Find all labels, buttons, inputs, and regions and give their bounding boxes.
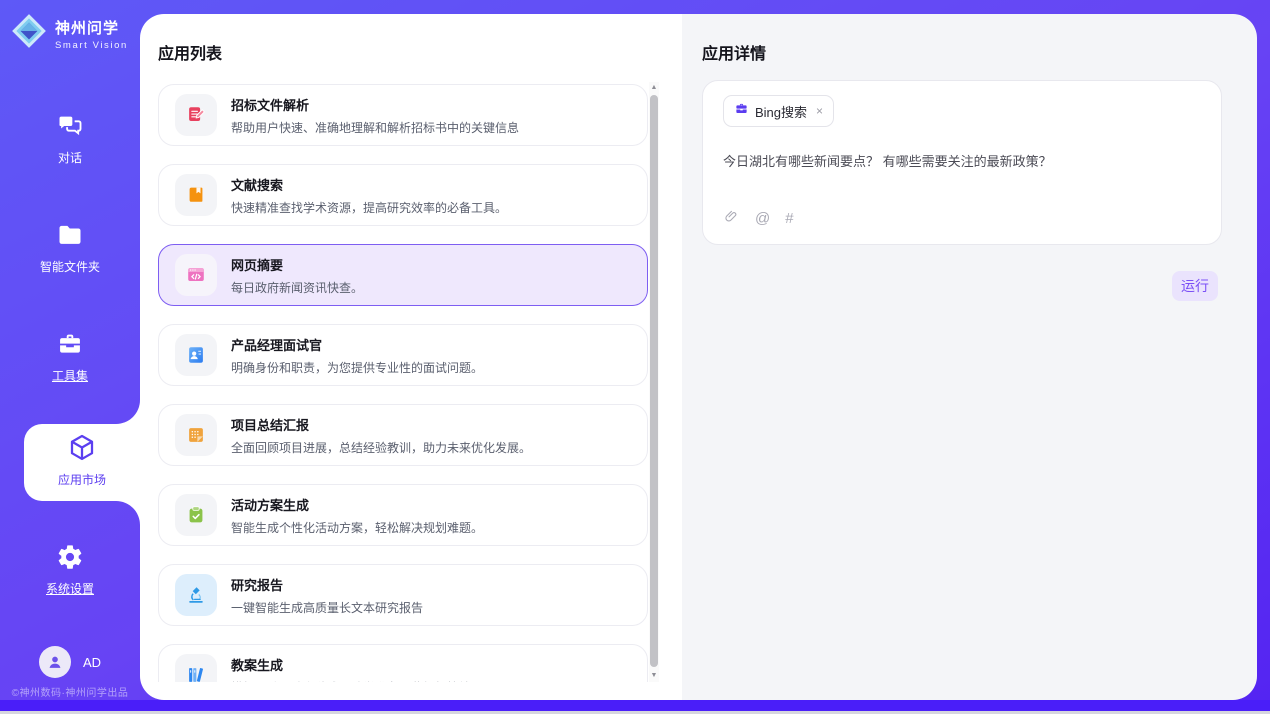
diamond-logo-icon [10, 12, 48, 55]
person-doc-icon [175, 334, 217, 376]
card-event-plan-generator[interactable]: 活动方案生成 智能生成个性化活动方案，轻松解决规划难题。 [158, 484, 648, 546]
app-desc: 快速精准查找学术资源，提高研究效率的必备工具。 [231, 199, 507, 216]
sidebar-item-chat[interactable]: 对话 [0, 112, 140, 166]
app-name: 网页摘要 [231, 255, 363, 274]
card-project-summary[interactable]: 项目总结汇报 全面回顾项目进展，总结经验教训，助力未来优化发展。 [158, 404, 648, 466]
app-desc: 明确身份和职责，为您提供专业性的面试问题。 [231, 359, 483, 376]
bubble-bottom-curve [116, 501, 140, 525]
paperclip-icon[interactable] [723, 208, 740, 230]
app-desc: 帮助用户快速、准确地理解和解析招标书中的关键信息 [231, 119, 519, 136]
brand-name: 神州问学 [55, 17, 128, 38]
book-icon [175, 174, 217, 216]
app-name: 招标文件解析 [231, 95, 519, 114]
app-name: 研究报告 [231, 575, 423, 594]
card-research-report[interactable]: 研究报告 一键智能生成高质量长文本研究报告 [158, 564, 648, 626]
app-name: 文献搜索 [231, 175, 507, 194]
copyright-footer: ©神州数码·神州问学出品 [0, 684, 140, 699]
hash-icon[interactable]: # [785, 211, 793, 227]
clipboard-check-icon [175, 494, 217, 536]
sidebar-item-label: 工具集 [0, 367, 140, 384]
bottom-accent-strip [0, 700, 1270, 711]
app-desc: 智能生成个性化活动方案，轻松解决规划难题。 [231, 519, 483, 536]
app-desc: 全面回顾项目进展，总结经验教训，助力未来优化发展。 [231, 439, 531, 456]
app-name: 教案生成 [231, 655, 471, 674]
sidebar-item-label: 应用市场 [24, 471, 140, 488]
cube-icon [66, 451, 98, 468]
app-list-panel: 应用列表 招标文件解析 帮助用户快速、准确地理解和解析招标书中的关键信息 [140, 14, 682, 700]
card-lesson-plan-generator[interactable]: 教案生成 模板驱动，教案秒成，教学准备从此轻松快捷 [158, 644, 648, 682]
folder-icon [56, 236, 84, 253]
user-name: AD [83, 655, 101, 670]
content-area: 应用列表 招标文件解析 帮助用户快速、准确地理解和解析招标书中的关键信息 [140, 14, 1257, 700]
app-name: 项目总结汇报 [231, 415, 531, 434]
user-account[interactable]: AD [0, 646, 140, 678]
card-literature-search[interactable]: 文献搜索 快速精准查找学术资源，提高研究效率的必备工具。 [158, 164, 648, 226]
run-button[interactable]: 运行 [1172, 271, 1218, 301]
sidebar-item-label: 对话 [0, 149, 140, 166]
books-icon [175, 654, 217, 682]
gear-icon [56, 558, 84, 575]
query-input-card[interactable]: Bing搜索 × 今日湖北有哪些新闻要点？ 有哪些需要关注的最新政策？ @ # [702, 80, 1222, 245]
app-list-title: 应用列表 [158, 40, 222, 64]
app-name: 活动方案生成 [231, 495, 483, 514]
sidebar: 神州问学 Smart Vision 对话 智能文件夹 [0, 0, 140, 700]
sidebar-item-app-market-active[interactable]: 应用市场 [24, 424, 140, 501]
sidebar-item-toolset[interactable]: 工具集 [0, 330, 140, 384]
microscope-icon [175, 574, 217, 616]
avatar [39, 646, 71, 678]
bubble-top-curve [116, 400, 140, 424]
briefcase-icon [734, 101, 749, 121]
mention-icon[interactable]: @ [755, 211, 770, 227]
card-pm-interviewer[interactable]: 产品经理面试官 明确身份和职责，为您提供专业性的面试问题。 [158, 324, 648, 386]
chat-icon [56, 127, 84, 144]
sidebar-item-label: 系统设置 [0, 580, 140, 597]
close-icon[interactable]: × [816, 104, 823, 118]
browser-code-icon [175, 254, 217, 296]
scroll-up-arrow-icon[interactable]: ▲ [649, 82, 659, 94]
sidebar-item-settings[interactable]: 系统设置 [0, 543, 140, 597]
app-card-list: 招标文件解析 帮助用户快速、准确地理解和解析招标书中的关键信息 文献搜索 快速精… [158, 84, 648, 682]
scroll-down-arrow-icon[interactable]: ▼ [649, 670, 659, 682]
query-text[interactable]: 今日湖北有哪些新闻要点？ 有哪些需要关注的最新政策？ [723, 151, 1201, 170]
document-pen-icon [175, 94, 217, 136]
toolbox-icon [56, 345, 84, 362]
card-webpage-summary-selected[interactable]: 网页摘要 每日政府新闻资讯快查。 [158, 244, 648, 306]
sidebar-item-label: 智能文件夹 [0, 258, 140, 275]
app-list-scrollbar[interactable]: ▲ ▼ [649, 82, 659, 682]
app-desc: 每日政府新闻资讯快查。 [231, 279, 363, 296]
tag-label: Bing搜索 [755, 102, 807, 121]
app-detail-panel: 应用详情 Bing搜索 × 今日湖北有哪些新闻要点？ 有哪些需要关注的最新政策？ [682, 14, 1257, 700]
app-desc: 模板驱动，教案秒成，教学准备从此轻松快捷 [231, 679, 471, 683]
brand-subtitle: Smart Vision [55, 40, 128, 51]
note-icon [175, 414, 217, 456]
card-bid-document-analysis[interactable]: 招标文件解析 帮助用户快速、准确地理解和解析招标书中的关键信息 [158, 84, 648, 146]
sidebar-item-smart-folders[interactable]: 智能文件夹 [0, 221, 140, 275]
input-toolbar: @ # [723, 208, 794, 230]
scrollbar-thumb[interactable] [650, 95, 658, 667]
app-detail-title: 应用详情 [702, 40, 766, 64]
tool-tag-bing-search[interactable]: Bing搜索 × [723, 95, 834, 127]
app-desc: 一键智能生成高质量长文本研究报告 [231, 599, 423, 616]
brand-logo: 神州问学 Smart Vision [10, 12, 128, 55]
app-window: 神州问学 Smart Vision 对话 智能文件夹 [0, 0, 1270, 714]
app-name: 产品经理面试官 [231, 335, 483, 354]
